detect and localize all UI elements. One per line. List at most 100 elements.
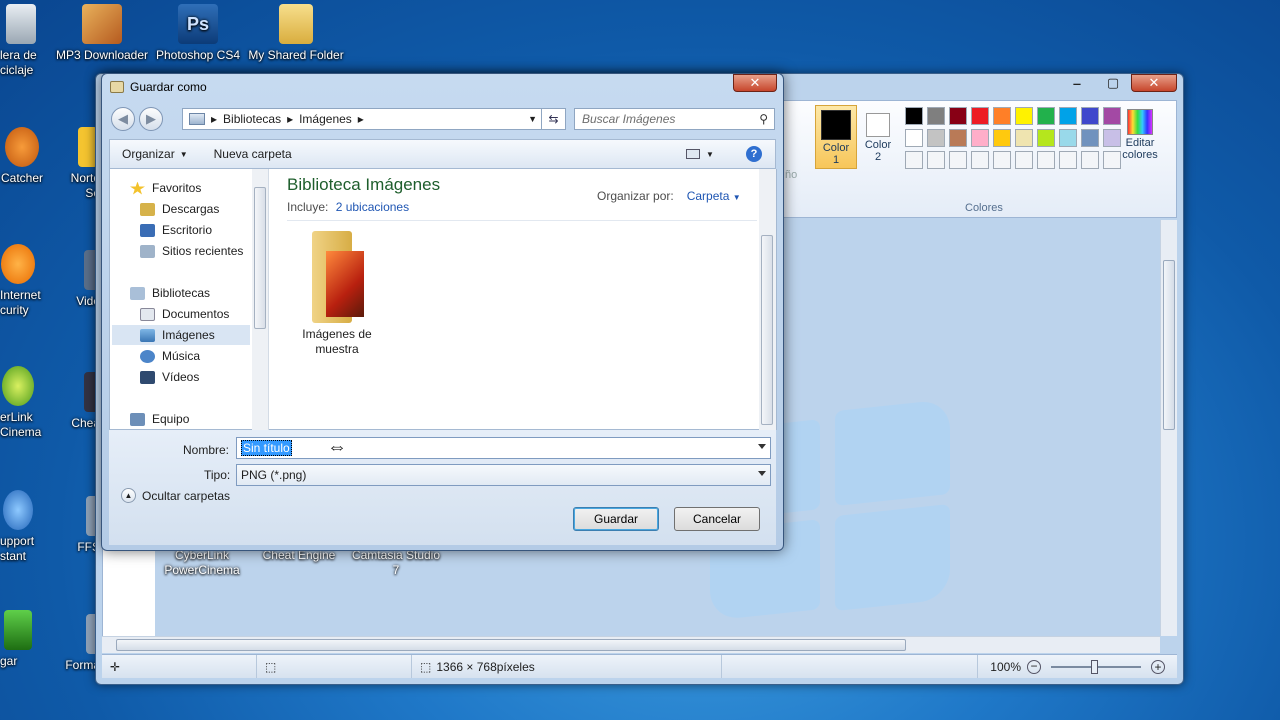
edit-colors-button[interactable]: Editar colores	[1119, 105, 1161, 169]
desktop-icon-format[interactable]: Forma	[56, 614, 100, 673]
includes-link[interactable]: 2 ubicaciones	[336, 200, 409, 214]
vertical-scrollbar[interactable]	[1160, 220, 1177, 636]
address-dropdown-icon[interactable]: ▼	[528, 114, 537, 124]
palette-color-swatch[interactable]	[927, 107, 945, 125]
palette-empty-swatch[interactable]	[1037, 151, 1055, 169]
name-label: Nombre:	[183, 443, 230, 457]
folder-item-sample-images[interactable]: Imágenes de muestra	[289, 231, 385, 357]
dialog-close-button[interactable]: ✕	[733, 74, 777, 92]
app-icon	[5, 127, 39, 167]
desktop-icon-ffs[interactable]: FFS	[56, 496, 100, 555]
forward-button[interactable]: ▶	[139, 107, 163, 131]
new-folder-button[interactable]: Nueva carpeta	[214, 147, 292, 161]
desktop-icon-norton[interactable]: Norto Se	[40, 127, 100, 201]
palette-color-swatch[interactable]	[1015, 107, 1033, 125]
vertical-scroll-thumb[interactable]	[1163, 260, 1175, 430]
palette-empty-swatch[interactable]	[993, 151, 1011, 169]
palette-empty-swatch[interactable]	[949, 151, 967, 169]
desktop-icon-mp3-downloader[interactable]: MP3 Downloader	[54, 4, 150, 63]
minimize-button[interactable]: ‒	[1059, 74, 1095, 92]
palette-color-swatch[interactable]	[1059, 107, 1077, 125]
palette-color-swatch[interactable]	[1059, 129, 1077, 147]
palette-color-swatch[interactable]	[927, 129, 945, 147]
palette-color-swatch[interactable]	[993, 107, 1011, 125]
filename-input[interactable]: Sin título ⇔	[236, 436, 771, 459]
search-box[interactable]: Buscar Imágenes ⚲	[574, 108, 775, 130]
nav-computer[interactable]: Equipo	[130, 409, 189, 429]
desktop-icon-recycle-bin[interactable]: lera de ciclaje	[0, 4, 54, 78]
zoom-slider-thumb[interactable]	[1091, 659, 1098, 674]
desktop-icon-cyberlink-powercinema[interactable]: CyberLink PowerCinema	[154, 548, 250, 578]
palette-color-swatch[interactable]	[971, 107, 989, 125]
zoom-out-button[interactable]: −	[1027, 659, 1041, 674]
save-as-dialog[interactable]: Guardar como ✕ ◀ ▶ ▸ Bibliotecas ▸ Imáge…	[101, 73, 784, 551]
zoom-slider[interactable]	[1051, 659, 1141, 674]
navigation-scroll-thumb[interactable]	[254, 187, 266, 329]
nav-music[interactable]: Música	[140, 346, 200, 366]
color1-button[interactable]: Color 1	[815, 105, 857, 169]
palette-empty-swatch[interactable]	[1081, 151, 1099, 169]
palette-empty-swatch[interactable]	[927, 151, 945, 169]
save-options-area: Nombre: Sin título ⇔ Tipo: PNG (*.png) ▲…	[109, 430, 776, 545]
desktop-icon-shared-folder[interactable]: My Shared Folder	[248, 4, 344, 63]
color2-button[interactable]: Color 2	[859, 105, 897, 169]
navigation-scrollbar[interactable]	[252, 169, 269, 430]
navigation-pane: Favoritos Descargas Escritorio Sitios re…	[109, 169, 259, 430]
desktop-icon-photoshop[interactable]: Ps Photoshop CS4	[150, 4, 246, 63]
palette-color-swatch[interactable]	[993, 129, 1011, 147]
paint-app-icon	[110, 81, 124, 93]
nav-images[interactable]: Imágenes	[112, 325, 250, 345]
help-button[interactable]: ?	[746, 146, 762, 162]
folder-icon	[279, 4, 313, 44]
view-options-button[interactable]: ▼	[686, 149, 714, 159]
nav-videos[interactable]: Vídeos	[140, 367, 199, 387]
file-pane-scrollbar[interactable]	[759, 169, 776, 430]
organize-menu[interactable]: Organizar ▼	[122, 147, 188, 161]
refresh-button[interactable]: ⇆	[542, 108, 566, 130]
palette-empty-swatch[interactable]	[1015, 151, 1033, 169]
desktop-icon-camtasia[interactable]: Camtasia Studio 7	[348, 548, 444, 578]
palette-color-swatch[interactable]	[949, 129, 967, 147]
hide-folders-toggle[interactable]: ▲ Ocultar carpetas	[121, 488, 230, 503]
palette-color-swatch[interactable]	[1037, 129, 1055, 147]
cursor-position-cell: ✛	[102, 655, 257, 678]
nav-downloads[interactable]: Descargas	[140, 199, 219, 219]
palette-empty-swatch[interactable]	[1059, 151, 1077, 169]
file-pane-scroll-thumb[interactable]	[761, 235, 773, 425]
nav-libraries[interactable]: Bibliotecas	[130, 283, 210, 303]
save-button[interactable]: Guardar	[573, 507, 659, 531]
desktop-icon-video[interactable]: Vide	[46, 250, 100, 309]
maximize-button[interactable]: ▢	[1095, 74, 1131, 92]
palette-color-swatch[interactable]	[905, 107, 923, 125]
palette-color-swatch[interactable]	[949, 107, 967, 125]
palette-empty-swatch[interactable]	[905, 151, 923, 169]
palette-color-swatch[interactable]	[1081, 107, 1099, 125]
palette-color-swatch[interactable]	[1037, 107, 1055, 125]
palette-color-swatch[interactable]	[971, 129, 989, 147]
selection-icon: ⬚	[265, 659, 277, 674]
palette-color-swatch[interactable]	[905, 129, 923, 147]
arrange-by-dropdown[interactable]: Carpeta ▼	[687, 189, 741, 203]
zoom-in-button[interactable]: +	[1151, 659, 1165, 674]
palette-color-swatch[interactable]	[1015, 129, 1033, 147]
search-icon[interactable]: ⚲	[759, 112, 768, 126]
palette-color-swatch[interactable]	[1081, 129, 1099, 147]
desktop-icon-cheat-left[interactable]: Chea	[50, 372, 100, 431]
breadcrumb-imagenes[interactable]: Imágenes	[299, 112, 352, 126]
back-button[interactable]: ◀	[111, 107, 135, 131]
refresh-icon: ⇆	[548, 112, 559, 126]
chevron-down-icon[interactable]	[758, 444, 766, 449]
file-pane[interactable]: Biblioteca Imágenes Incluye: 2 ubicacion…	[269, 169, 777, 430]
file-type-select[interactable]: PNG (*.png)	[236, 464, 771, 486]
palette-empty-swatch[interactable]	[971, 151, 989, 169]
address-bar[interactable]: ▸ Bibliotecas ▸ Imágenes ▸ ▼	[182, 108, 542, 130]
cancel-button[interactable]: Cancelar	[674, 507, 760, 531]
horizontal-scrollbar[interactable]	[102, 636, 1160, 653]
nav-favorites[interactable]: Favoritos	[130, 178, 201, 198]
nav-desktop[interactable]: Escritorio	[140, 220, 212, 240]
close-button[interactable]: ✕	[1131, 74, 1177, 92]
nav-recent[interactable]: Sitios recientes	[140, 241, 243, 261]
horizontal-scroll-thumb[interactable]	[116, 639, 906, 651]
nav-documents[interactable]: Documentos	[140, 304, 229, 324]
breadcrumb-bibliotecas[interactable]: Bibliotecas	[223, 112, 281, 126]
